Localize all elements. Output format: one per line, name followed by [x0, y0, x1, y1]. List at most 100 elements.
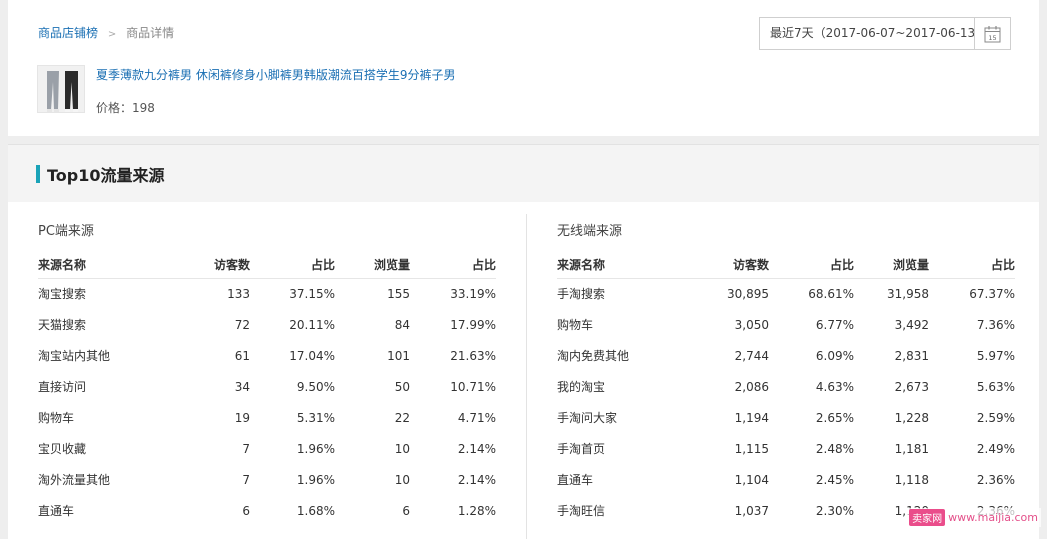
section-header: Top10流量来源 — [8, 144, 1039, 202]
date-range-picker[interactable]: 最近7天（2017-06-07~2017-06-13） 15 — [759, 17, 1011, 50]
visitors-cell: 1,037 — [667, 495, 769, 526]
watermark-url: www.maijia.com — [948, 511, 1038, 524]
product-title-link[interactable]: 夏季薄款九分裤男 休闲裤修身小脚裤男韩版潮流百搭学生9分裤子男 — [96, 66, 455, 83]
visitor-share-cell: 1.96% — [250, 464, 335, 495]
mobile-panel-title: 无线端来源 — [557, 220, 622, 239]
site-watermark: 卖家网 www.maijia.com — [906, 508, 1041, 527]
table-row: 手淘搜索30,89568.61%31,95867.37% — [557, 278, 1015, 309]
product-price: 价格：198 — [96, 99, 155, 116]
table-header-row: 来源名称 访客数 占比 浏览量 占比 — [38, 251, 496, 278]
pageviews-cell: 10 — [335, 464, 410, 495]
visitor-share-cell: 6.77% — [769, 309, 854, 340]
source-name: 我的淘宝 — [557, 371, 667, 402]
pageviews-cell: 3,492 — [854, 309, 929, 340]
table-row: 手淘首页1,1152.48%1,1812.49% — [557, 433, 1015, 464]
visitors-cell: 7 — [148, 464, 250, 495]
pageview-share-cell: 2.14% — [410, 433, 496, 464]
visitors-cell: 7 — [148, 433, 250, 464]
pageview-share-cell: 2.49% — [929, 433, 1015, 464]
pageview-share-cell: 17.99% — [410, 309, 496, 340]
source-name: 宝贝收藏 — [38, 433, 148, 464]
visitor-share-cell: 5.31% — [250, 402, 335, 433]
visitors-cell: 30,895 — [667, 278, 769, 309]
table-row: 直通车1,1042.45%1,1182.36% — [557, 464, 1015, 495]
pageview-share-cell: 4.71% — [410, 402, 496, 433]
section-title: Top10流量来源 — [47, 162, 165, 186]
source-name: 直通车 — [557, 464, 667, 495]
product-header-card: 商品店铺榜 > 商品详情 最近7天（2017-06-07~2017-06-13）… — [8, 0, 1039, 136]
table-row: 淘宝站内其他6117.04%10121.63% — [38, 340, 496, 371]
visitor-share-cell: 2.45% — [769, 464, 854, 495]
table-row: 手淘问大家1,1942.65%1,2282.59% — [557, 402, 1015, 433]
pageviews-cell: 1,118 — [854, 464, 929, 495]
section-accent-bar — [36, 165, 40, 183]
visitor-share-cell: 20.11% — [250, 309, 335, 340]
pageview-share-cell: 10.71% — [410, 371, 496, 402]
pageview-share-cell: 67.37% — [929, 278, 1015, 309]
visitor-share-cell: 2.48% — [769, 433, 854, 464]
column-header: 来源名称 — [38, 251, 148, 278]
column-header: 访客数 — [667, 251, 769, 278]
table-row: 天猫搜索7220.11%8417.99% — [38, 309, 496, 340]
visitors-cell: 61 — [148, 340, 250, 371]
breadcrumb-separator: > — [108, 29, 116, 40]
source-name: 淘宝站内其他 — [38, 340, 148, 371]
breadcrumb-home-link[interactable]: 商品店铺榜 — [38, 26, 98, 40]
column-header: 来源名称 — [557, 251, 667, 278]
source-name: 手淘搜索 — [557, 278, 667, 309]
breadcrumb: 商品店铺榜 > 商品详情 — [38, 24, 174, 41]
pageview-share-cell: 5.63% — [929, 371, 1015, 402]
breadcrumb-current: 商品详情 — [126, 26, 174, 40]
table-row: 宝贝收藏71.96%102.14% — [38, 433, 496, 464]
source-name: 天猫搜索 — [38, 309, 148, 340]
source-name: 手淘问大家 — [557, 402, 667, 433]
date-range-label: 最近7天（2017-06-07~2017-06-13） — [760, 18, 974, 49]
panel-divider — [526, 214, 527, 539]
column-header: 浏览量 — [854, 251, 929, 278]
pageview-share-cell: 1.28% — [410, 495, 496, 526]
visitors-cell: 1,194 — [667, 402, 769, 433]
pageviews-cell: 155 — [335, 278, 410, 309]
calendar-day: 15 — [988, 34, 996, 42]
visitors-cell: 72 — [148, 309, 250, 340]
visitors-cell: 1,104 — [667, 464, 769, 495]
visitors-cell: 34 — [148, 371, 250, 402]
visitor-share-cell: 2.65% — [769, 402, 854, 433]
table-header-row: 来源名称 访客数 占比 浏览量 占比 — [557, 251, 1015, 278]
pageviews-cell: 84 — [335, 309, 410, 340]
visitor-share-cell: 6.09% — [769, 340, 854, 371]
column-header: 占比 — [769, 251, 854, 278]
pageviews-cell: 1,181 — [854, 433, 929, 464]
pageviews-cell: 2,673 — [854, 371, 929, 402]
source-name: 手淘旺信 — [557, 495, 667, 526]
product-thumbnail[interactable] — [37, 65, 85, 113]
source-name: 直通车 — [38, 495, 148, 526]
visitor-share-cell: 17.04% — [250, 340, 335, 371]
source-name: 购物车 — [38, 402, 148, 433]
table-row: 购物车3,0506.77%3,4927.36% — [557, 309, 1015, 340]
pageviews-cell: 2,831 — [854, 340, 929, 371]
table-row: 淘内免费其他2,7446.09%2,8315.97% — [557, 340, 1015, 371]
pageview-share-cell: 7.36% — [929, 309, 1015, 340]
visitor-share-cell: 68.61% — [769, 278, 854, 309]
source-name: 淘外流量其他 — [38, 464, 148, 495]
mobile-sources-table: 来源名称 访客数 占比 浏览量 占比 手淘搜索30,89568.61%31,95… — [557, 251, 1015, 526]
column-header: 访客数 — [148, 251, 250, 278]
column-header: 占比 — [929, 251, 1015, 278]
visitor-share-cell: 4.63% — [769, 371, 854, 402]
visitor-share-cell: 1.96% — [250, 433, 335, 464]
visitor-share-cell: 9.50% — [250, 371, 335, 402]
pageviews-cell: 101 — [335, 340, 410, 371]
visitors-cell: 2,086 — [667, 371, 769, 402]
pageviews-cell: 22 — [335, 402, 410, 433]
visitors-cell: 2,744 — [667, 340, 769, 371]
calendar-button[interactable]: 15 — [974, 18, 1010, 49]
pc-sources-table: 来源名称 访客数 占比 浏览量 占比 淘宝搜索13337.15%15533.19… — [38, 251, 496, 526]
source-name: 淘内免费其他 — [557, 340, 667, 371]
source-name: 淘宝搜索 — [38, 278, 148, 309]
visitors-cell: 133 — [148, 278, 250, 309]
visitor-share-cell: 1.68% — [250, 495, 335, 526]
visitors-cell: 1,115 — [667, 433, 769, 464]
pageview-share-cell: 21.63% — [410, 340, 496, 371]
pageviews-cell: 6 — [335, 495, 410, 526]
